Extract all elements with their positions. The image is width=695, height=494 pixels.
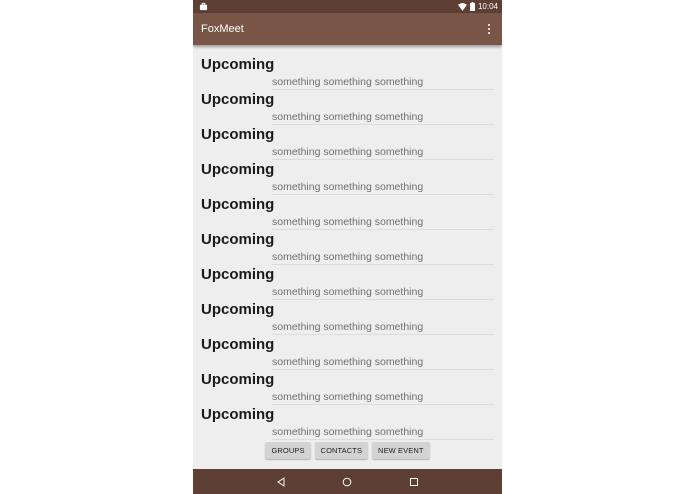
event-subtitle: something something something	[272, 146, 424, 158]
back-button[interactable]	[272, 473, 290, 491]
home-button[interactable]	[338, 473, 356, 491]
list-item[interactable]: Upcoming something something something	[193, 370, 502, 405]
event-subtitle: something something something	[272, 426, 424, 438]
event-subtitle: something something something	[272, 111, 424, 123]
navigation-bar	[193, 469, 502, 494]
list-item[interactable]: Upcoming something something something	[193, 265, 502, 300]
recents-icon	[409, 477, 418, 486]
device-screen: 10:04 FoxMeet Upcoming something somethi…	[193, 0, 502, 494]
event-subtitle: something something something	[272, 286, 424, 298]
back-icon	[277, 476, 285, 487]
list-item[interactable]: Upcoming something something something	[193, 230, 502, 265]
groups-button[interactable]: GROUPS	[265, 442, 311, 459]
event-subtitle: something something something	[272, 321, 424, 333]
list-item[interactable]: Upcoming something something something	[193, 300, 502, 335]
list-item[interactable]: Upcoming something something something	[193, 125, 502, 160]
event-title: Upcoming	[201, 266, 275, 283]
status-bar: 10:04	[193, 0, 502, 13]
event-title: Upcoming	[201, 406, 275, 423]
overflow-menu-icon[interactable]	[482, 21, 496, 37]
list-item[interactable]: Upcoming something something something	[193, 195, 502, 230]
event-subtitle: something something something	[272, 216, 424, 228]
divider	[272, 439, 494, 440]
recents-button[interactable]	[405, 473, 423, 491]
event-title: Upcoming	[201, 336, 275, 353]
list-item[interactable]: Upcoming something something something	[193, 55, 502, 90]
list-item[interactable]: Upcoming something something something	[193, 405, 502, 440]
event-title: Upcoming	[201, 91, 275, 108]
event-subtitle: something something something	[272, 181, 424, 193]
new-event-button[interactable]: NEW EVENT	[372, 442, 430, 459]
app-title: FoxMeet	[201, 23, 244, 35]
event-title: Upcoming	[201, 371, 275, 388]
list-item[interactable]: Upcoming something something something	[193, 160, 502, 195]
briefcase-icon	[199, 2, 208, 11]
list-item[interactable]: Upcoming something something something	[193, 90, 502, 125]
home-icon	[343, 477, 352, 486]
event-title: Upcoming	[201, 301, 275, 318]
event-subtitle: something something something	[272, 356, 424, 368]
event-subtitle: something something something	[272, 391, 424, 403]
app-bar: FoxMeet	[193, 13, 502, 45]
event-subtitle: something something something	[272, 76, 424, 88]
status-time: 10:04	[477, 2, 498, 11]
action-buttons: GROUPS CONTACTS NEW EVENT	[193, 442, 502, 459]
event-title: Upcoming	[201, 56, 275, 73]
wifi-icon	[458, 2, 467, 11]
list-item[interactable]: Upcoming something something something	[193, 335, 502, 370]
battery-icon	[469, 2, 475, 11]
events-list: Upcoming something something something U…	[193, 55, 502, 440]
event-title: Upcoming	[201, 161, 275, 178]
event-title: Upcoming	[201, 196, 275, 213]
contacts-button[interactable]: CONTACTS	[314, 442, 369, 459]
event-subtitle: something something something	[272, 251, 424, 263]
event-title: Upcoming	[201, 126, 275, 143]
event-title: Upcoming	[201, 231, 275, 248]
